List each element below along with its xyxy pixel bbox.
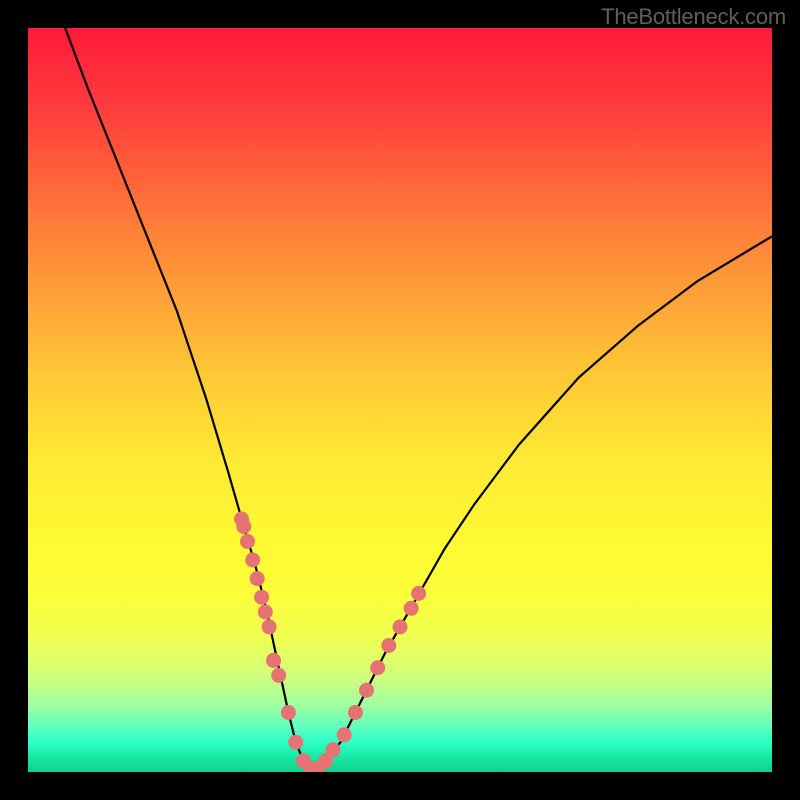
- chart-frame: TheBottleneck.com: [0, 0, 800, 800]
- watermark-text: TheBottleneck.com: [601, 4, 786, 30]
- plot-area: [28, 28, 772, 772]
- heat-gradient-background: [28, 28, 772, 772]
